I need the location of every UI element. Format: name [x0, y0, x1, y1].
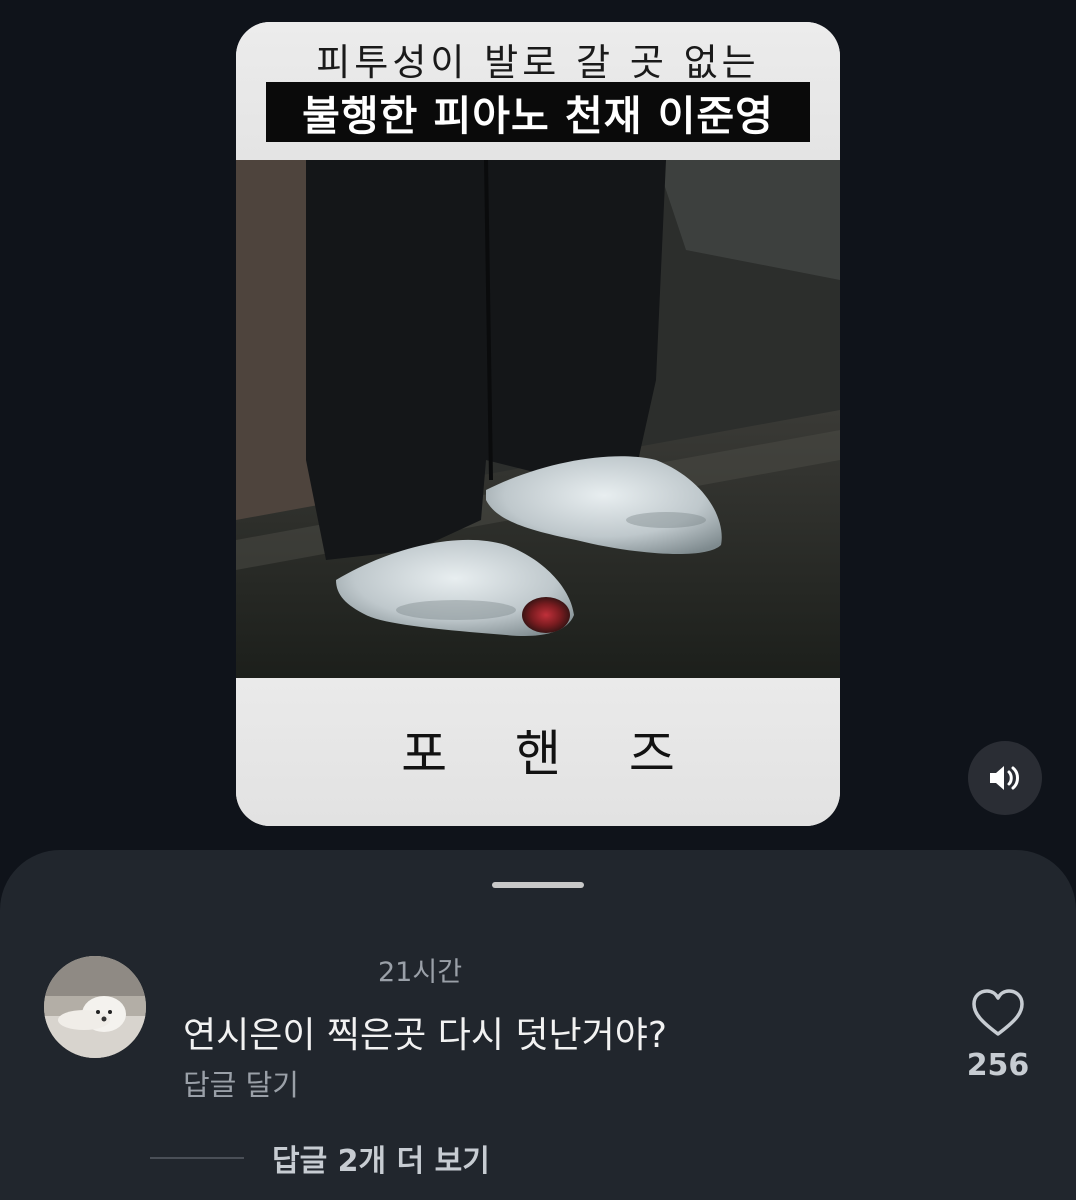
card-title-banner: 피투성이 발로 갈 곳 없는 불행한 피아노 천재 이준영	[236, 22, 840, 160]
comments-sheet: 21시간 연시은이 찍은곳 다시 덧난거야? 답글 달기 256 답글 2개 더…	[0, 850, 1076, 1200]
heart-outline-icon	[972, 989, 1024, 1036]
brand-logo-text: 포 핸 즈	[401, 725, 701, 783]
reel-headline: 불행한 피아노 천재 이준영	[302, 92, 774, 140]
headline-box: 불행한 피아노 천재 이준영	[266, 82, 810, 142]
comment-body: 연시은이 찍은곳 다시 덧난거야?	[183, 1015, 667, 1056]
like-count: 256	[966, 1048, 1030, 1083]
view-more-replies-button[interactable]: 답글 2개 더 보기	[150, 1136, 490, 1180]
sound-toggle-button[interactable]	[968, 741, 1042, 815]
bloody-feet-photo	[236, 160, 840, 678]
sheet-drag-handle[interactable]	[492, 882, 584, 888]
feet-scene-illustration	[236, 160, 840, 678]
reel-video-area[interactable]: 피투성이 발로 갈 곳 없는 불행한 피아노 천재 이준영 포 핸 즈	[0, 0, 1076, 850]
card-brand-banner: 포 핸 즈	[236, 678, 840, 826]
reel-thumbnail-card[interactable]: 피투성이 발로 갈 곳 없는 불행한 피아노 천재 이준영 포 핸 즈	[236, 22, 840, 826]
white-dog-avatar-image	[44, 956, 146, 1058]
speaker-volume-icon	[990, 766, 1019, 790]
view-more-replies-label: 답글 2개 더 보기	[272, 1144, 490, 1179]
comment-timestamp: 21시간	[378, 957, 463, 988]
like-button[interactable]	[970, 988, 1026, 1038]
commenter-avatar[interactable]	[44, 956, 146, 1058]
reel-subtitle: 피투성이 발로 갈 곳 없는	[316, 41, 760, 84]
reply-thread-line	[150, 1157, 244, 1159]
reply-button[interactable]: 답글 달기	[183, 1062, 299, 1104]
